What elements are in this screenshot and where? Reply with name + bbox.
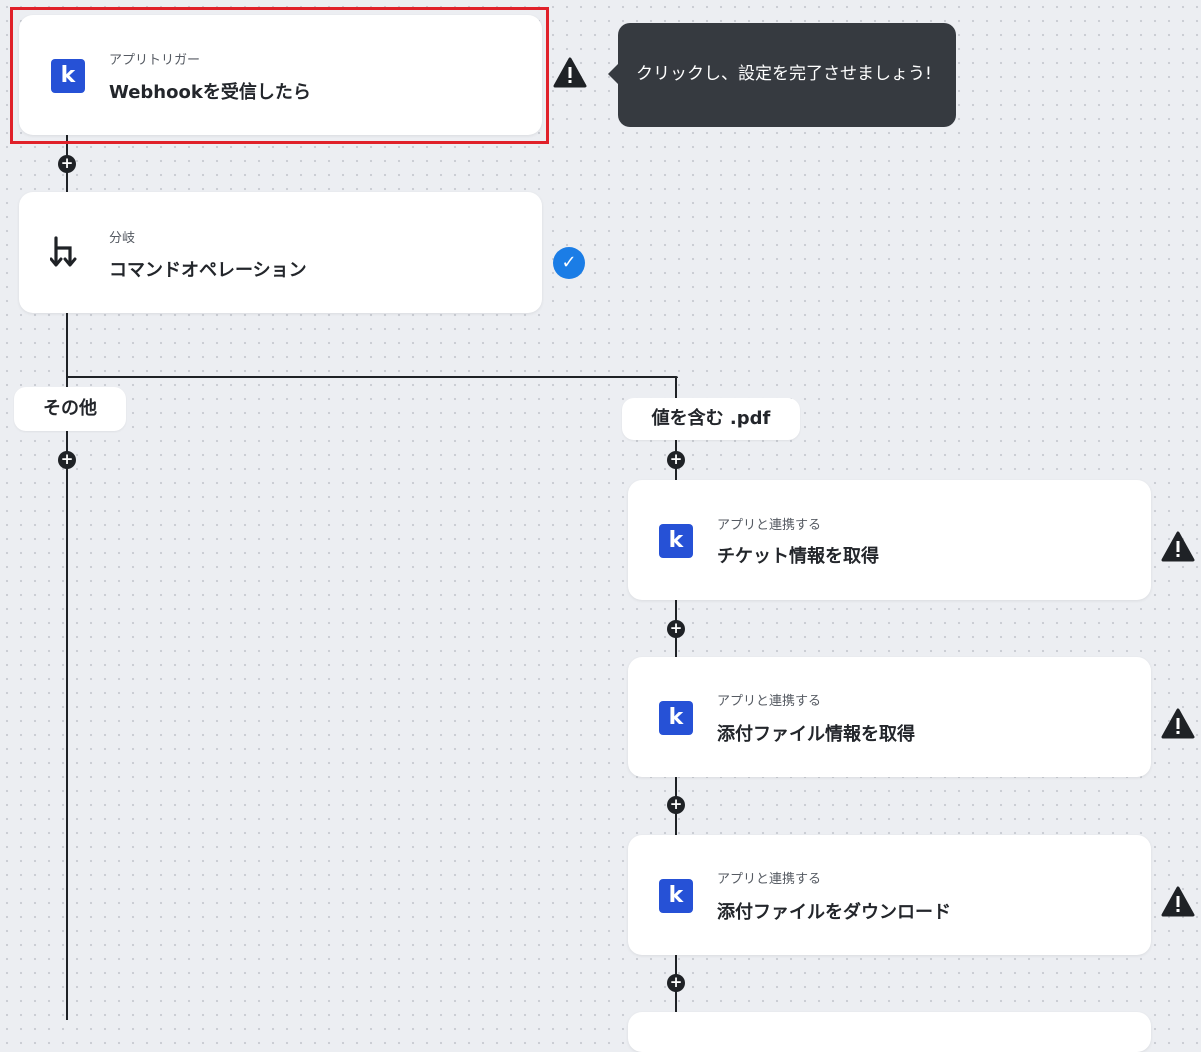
warning-icon[interactable] bbox=[1161, 886, 1195, 918]
add-step-button[interactable]: + bbox=[667, 620, 685, 638]
tooltip-text: クリックし、設定を完了させましょう! bbox=[636, 64, 932, 84]
step-title: 添付ファイルをダウンロード bbox=[717, 902, 951, 923]
branch-icon bbox=[50, 236, 77, 267]
step-card-download[interactable]: k アプリと連携する 添付ファイルをダウンロード bbox=[628, 835, 1151, 955]
warning-icon[interactable] bbox=[1161, 531, 1195, 563]
warning-icon[interactable] bbox=[1161, 708, 1195, 740]
branch-subtitle: 分岐 bbox=[109, 231, 136, 246]
app-logo-icon: k bbox=[659, 879, 693, 913]
trigger-card[interactable]: k アプリトリガー Webhookを受信したら bbox=[19, 15, 542, 135]
trigger-subtitle: アプリトリガー bbox=[109, 53, 201, 68]
check-icon: ✓ bbox=[553, 247, 585, 279]
trigger-title: Webhookを受信したら bbox=[109, 82, 311, 103]
step-subtitle: アプリと連携する bbox=[717, 694, 822, 709]
add-step-button[interactable]: + bbox=[58, 451, 76, 469]
connector-line bbox=[675, 378, 677, 400]
step-title: 添付ファイル情報を取得 bbox=[717, 724, 915, 745]
app-logo-icon: k bbox=[659, 701, 693, 735]
step-subtitle: アプリと連携する bbox=[717, 872, 822, 887]
add-step-button[interactable]: + bbox=[667, 974, 685, 992]
step-title: チケット情報を取得 bbox=[717, 546, 879, 567]
step-card-next[interactable] bbox=[628, 1012, 1151, 1052]
step-subtitle: アプリと連携する bbox=[717, 518, 822, 533]
branch-title: コマンドオペレーション bbox=[109, 260, 307, 281]
branch-label-other[interactable]: その他 bbox=[14, 387, 126, 431]
step-card-attachment-info[interactable]: k アプリと連携する 添付ファイル情報を取得 bbox=[628, 657, 1151, 777]
app-logo-icon: k bbox=[659, 524, 693, 558]
warning-icon[interactable] bbox=[553, 57, 587, 89]
add-step-button[interactable]: + bbox=[667, 451, 685, 469]
connector-line bbox=[66, 376, 670, 378]
branch-card[interactable]: 分岐 コマンドオペレーション bbox=[19, 192, 542, 313]
step-card-ticket[interactable]: k アプリと連携する チケット情報を取得 bbox=[628, 480, 1151, 600]
add-step-button[interactable]: + bbox=[58, 155, 76, 173]
app-logo-icon: k bbox=[51, 59, 85, 93]
branch-label-pdf[interactable]: 値を含む .pdf bbox=[622, 398, 800, 440]
setup-tooltip: クリックし、設定を完了させましょう! bbox=[608, 23, 956, 127]
add-step-button[interactable]: + bbox=[667, 796, 685, 814]
